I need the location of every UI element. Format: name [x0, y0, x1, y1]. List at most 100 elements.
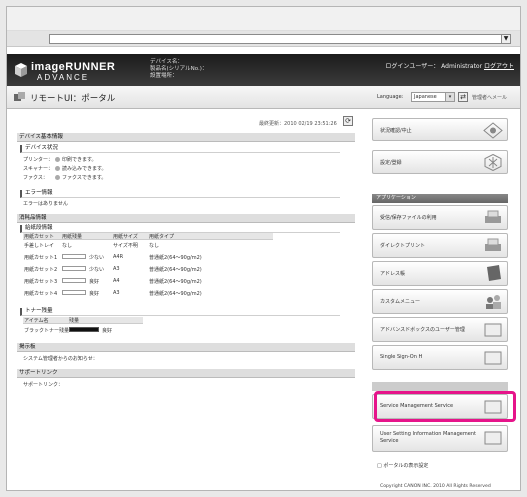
paper-row-type: 普通紙2(64〜90g/m2)	[149, 267, 202, 273]
paper-level-bar	[62, 278, 86, 283]
paper-row-type: なし	[149, 243, 160, 249]
bulletin-section: 掲示板	[17, 343, 355, 352]
bulletin-text: システム管理者からのお知らせ：	[23, 356, 98, 362]
refresh-button[interactable]: ⟳	[343, 116, 353, 126]
admin-mail-link[interactable]: 管理者へメール	[472, 94, 507, 101]
printer-icon	[485, 238, 501, 251]
paper-row-type: 普通紙2(64〜90g/m2)	[149, 291, 202, 297]
paper-row-size: A4R	[113, 254, 124, 260]
device-status-heading: デバイス状況	[20, 145, 340, 153]
page-title: リモートUI：ポータル	[30, 94, 116, 104]
language-apply-button[interactable]: ⇄	[458, 92, 468, 102]
support-section: サポートリンク	[17, 369, 355, 378]
toner-level: 良好	[102, 328, 113, 334]
app-single-sign-on-button[interactable]: Single Sign-On H	[372, 345, 508, 370]
status-label-printer: プリンター：	[23, 157, 54, 163]
box-icon	[484, 323, 502, 337]
address-bar-row: ▼	[7, 31, 520, 47]
app-label: ダイレクトプリント	[380, 243, 426, 249]
highlight-frame	[374, 391, 516, 422]
app-header: imageRUNNER ADVANCE デバイス名： 製品名(シリアルNo.)：…	[7, 54, 520, 86]
logo-text: imageRUNNER	[31, 61, 116, 73]
login-user-info: ログインユーザー： Administrator ログアウト	[385, 61, 514, 70]
chevron-down-icon: ▾	[445, 93, 454, 101]
device-info-section: デバイス基本情報	[17, 133, 355, 142]
copyright: Copyright CANON INC. 2010 All Rights Res…	[380, 484, 491, 489]
language-label: Language:	[377, 94, 404, 100]
settings-button[interactable]: 設定/登録	[372, 150, 508, 174]
applications-header: アプリケーション	[372, 194, 508, 203]
paper-row-size: A3	[113, 266, 120, 272]
paper-info-heading: 給紙段情報	[20, 225, 340, 233]
box-icon	[484, 431, 502, 445]
login-user-label: ログインユーザー：	[385, 63, 440, 70]
portal-icon	[14, 92, 25, 101]
login-user-name: Administrator	[441, 63, 483, 70]
language-value: Japanese	[414, 94, 437, 100]
paper-row-level: 良好	[89, 291, 100, 297]
status-value-fax: ファクスできます。	[55, 174, 106, 181]
settings-label: 設定/登録	[380, 160, 402, 166]
logo-cube-icon	[15, 63, 27, 77]
app-address-book-button[interactable]: アドレス帳	[372, 261, 508, 286]
status-value-scanner: 読み込みできます。	[55, 165, 107, 172]
status-dot-icon	[55, 166, 60, 171]
location-label: 設置場所：	[150, 73, 178, 80]
paper-row-name: 用紙カセット4	[24, 291, 58, 297]
toner-col-item: アイテム名	[24, 318, 49, 324]
paper-row-name: 用紙カセット2	[24, 267, 58, 273]
paper-col-type: 用紙タイプ	[149, 234, 175, 240]
address-dropdown-button[interactable]: ▼	[501, 35, 510, 43]
paper-row-size: サイズ不明	[113, 243, 138, 249]
paper-level-bar	[62, 266, 86, 271]
status-dot-icon	[55, 157, 60, 162]
toner-level-bar	[69, 327, 99, 332]
paper-row-name: 用紙カセット1	[24, 255, 58, 261]
address-input[interactable]: ▼	[49, 34, 511, 44]
paper-row-level: 良好	[89, 279, 100, 285]
application-subheader	[372, 382, 508, 391]
user-setting-service-button[interactable]: User Setting Information Management Servi…	[372, 425, 508, 452]
app-direct-print-button[interactable]: ダイレクトプリント	[372, 233, 508, 258]
error-text: エラーはありません	[23, 201, 68, 207]
settings-icon	[484, 154, 502, 171]
logo-subtext: ADVANCE	[37, 73, 90, 82]
portal-settings-link[interactable]: □ ポータルの表示設定	[377, 462, 428, 469]
refresh-icon: ⟳	[345, 117, 351, 125]
users-icon	[486, 295, 501, 309]
paper-level-bar	[62, 254, 86, 259]
last-updated: 最終更新：2010 02/19 23:51:26	[259, 121, 337, 127]
app-label: カスタムメニュー	[380, 299, 421, 305]
app-stored-files-button[interactable]: 受信/保存ファイルの利用	[372, 205, 508, 230]
app-custom-menu-button[interactable]: カスタムメニュー	[372, 289, 508, 314]
paper-table-header	[23, 233, 273, 240]
page-titlebar: リモートUI：ポータル Language: Japanese ▾ ⇄ 管理者へメ…	[7, 86, 520, 109]
box-icon	[484, 351, 502, 365]
paper-row-size: A4	[113, 278, 120, 284]
consumables-section: 消耗品情報	[17, 214, 355, 223]
paper-row-type: 普通紙2(64〜90g/m2)	[149, 255, 202, 261]
device-info: デバイス名： 製品名(シリアルNo.)： 設置場所：	[150, 59, 207, 81]
app-label: Single Sign-On H	[380, 354, 423, 360]
browser-toolbar	[7, 7, 520, 31]
language-select[interactable]: Japanese ▾	[411, 92, 455, 102]
paper-row-level: なし	[62, 243, 73, 249]
address-book-icon	[487, 265, 501, 281]
logout-link[interactable]: ログアウト	[484, 63, 514, 70]
paper-row-level: 少ない	[89, 255, 105, 261]
status-monitor-icon	[483, 122, 503, 139]
browser-window: ▼ imageRUNNER ADVANCE デバイス名： 製品名(シリアルNo.…	[6, 6, 521, 491]
support-text: サポートリンク：	[23, 382, 64, 388]
status-value-printer: 印刷できます。	[55, 156, 97, 163]
status-cancel-button[interactable]: 状況確認/中止	[372, 118, 508, 141]
paper-row-size: A3	[113, 290, 120, 296]
app-label: アドレス帳	[380, 271, 406, 277]
app-advanced-box-button[interactable]: アドバンスドボックスのユーザー管理	[372, 317, 508, 342]
status-dot-icon	[55, 175, 60, 180]
paper-row-level: 少ない	[89, 267, 105, 273]
paper-row-name: 手差しトレイ	[24, 243, 55, 249]
paper-col-size: 用紙サイズ	[113, 234, 138, 240]
status-label-fax: ファクス：	[23, 175, 48, 181]
paper-row-type: 普通紙2(64〜90g/m2)	[149, 279, 202, 285]
user-setting-label: User Setting Information Management Servi…	[380, 431, 476, 444]
